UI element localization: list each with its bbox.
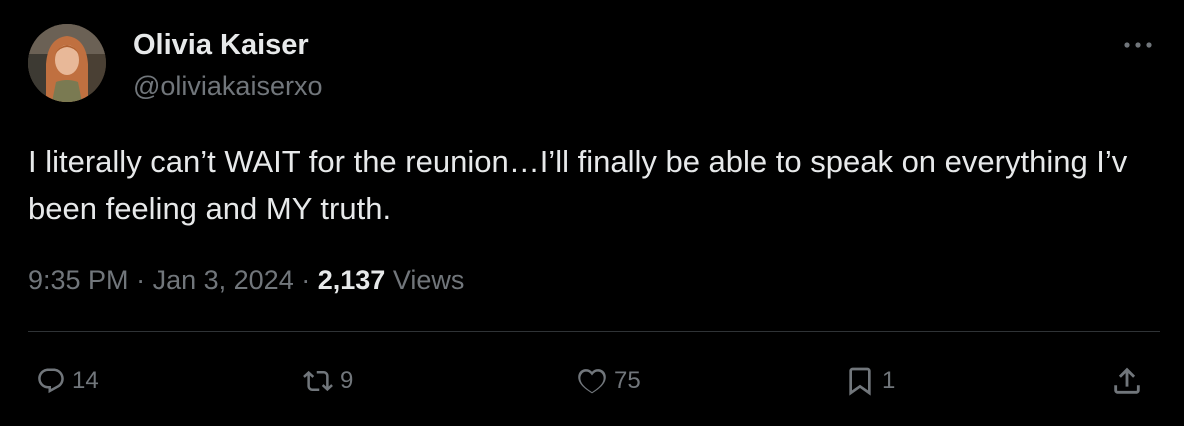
meta-separator: ·: [136, 265, 146, 295]
share-button[interactable]: [1110, 362, 1144, 400]
views-count: 2,137: [317, 265, 386, 295]
bookmark-button[interactable]: 1: [844, 362, 895, 400]
heart-icon: [578, 369, 606, 394]
like-count: 75: [614, 367, 641, 394]
share-upload-icon: [1114, 367, 1140, 394]
tweet-card: Olivia Kaiser @oliviakaiserxo I literall…: [0, 0, 1184, 426]
divider: [28, 331, 1160, 332]
more-options-button[interactable]: [1118, 30, 1158, 60]
reply-bubble-icon: [38, 368, 64, 394]
more-horizontal-icon: [1124, 42, 1152, 48]
avatar-image: [28, 24, 106, 102]
display-name[interactable]: Olivia Kaiser: [133, 28, 309, 62]
repost-arrows-icon: [303, 370, 333, 392]
meta-separator: ·: [301, 265, 311, 295]
views-label: Views: [392, 265, 465, 295]
reply-button[interactable]: 14: [36, 362, 99, 400]
tweet-time[interactable]: 9:35 PM: [28, 265, 129, 295]
reply-count: 14: [72, 367, 99, 394]
like-button[interactable]: 75: [576, 362, 641, 400]
user-handle[interactable]: @oliviakaiserxo: [133, 70, 322, 102]
tweet-date[interactable]: Jan 3, 2024: [153, 265, 294, 295]
bookmark-icon: [849, 367, 871, 396]
bookmark-count: 1: [882, 367, 896, 394]
tweet-meta: 9:35 PM · Jan 3, 2024 · 2,137 Views: [28, 262, 464, 298]
repost-count: 9: [340, 367, 354, 394]
avatar[interactable]: [28, 24, 106, 102]
repost-button[interactable]: 9: [302, 362, 353, 400]
tweet-text: I literally can’t WAIT for the reunion…I…: [28, 144, 1128, 226]
